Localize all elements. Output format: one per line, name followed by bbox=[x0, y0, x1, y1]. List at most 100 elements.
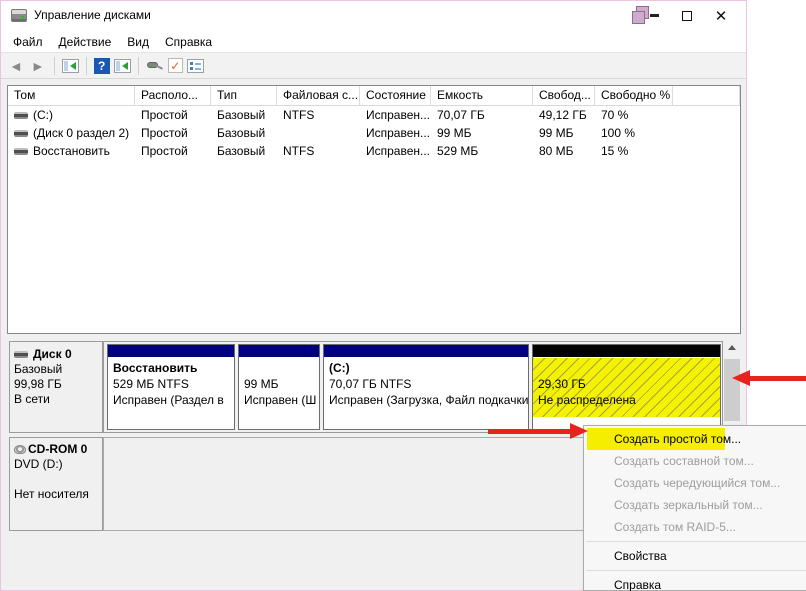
drive-icon bbox=[14, 148, 28, 156]
partition-status: Исправен (Загрузка, Файл подкачки bbox=[329, 393, 528, 407]
volume-row-recovery[interactable]: Восстановить Простой Базовый NTFS Исправ… bbox=[8, 142, 740, 160]
partition-recovery[interactable]: Восстановить 529 МБ NTFS Исправен (Разде… bbox=[107, 344, 235, 430]
column-header-free[interactable]: Свобод... bbox=[533, 86, 595, 105]
column-header-free-pct[interactable]: Свободно % bbox=[595, 86, 673, 105]
volume-status: Исправен... bbox=[366, 144, 431, 158]
cdrom-icon bbox=[14, 445, 26, 454]
menu-action[interactable]: Действие bbox=[51, 32, 120, 52]
disk0-name: Диск 0 bbox=[33, 347, 72, 361]
menu-item-create-simple-volume[interactable]: Создать простой том... bbox=[584, 428, 806, 450]
window-controls: ✕ bbox=[630, 1, 738, 31]
action-pane-icon[interactable] bbox=[113, 58, 131, 73]
column-header-status[interactable]: Состояние bbox=[360, 86, 431, 105]
disk0-type: Базовый bbox=[14, 362, 63, 376]
title-bar[interactable]: Управление дисками ✕ bbox=[1, 1, 746, 31]
menu-item-create-spanned-volume: Создать составной том... bbox=[614, 454, 754, 468]
refresh-wand-icon[interactable] bbox=[146, 59, 164, 73]
volume-fs: NTFS bbox=[283, 108, 315, 122]
console-tree-icon[interactable] bbox=[61, 58, 79, 73]
volume-capacity: 70,07 ГБ bbox=[437, 108, 485, 122]
scrollbar-thumb[interactable] bbox=[724, 359, 740, 421]
menu-item-create-mirrored-volume: Создать зеркальный том... bbox=[614, 498, 763, 512]
menu-item-create-striped-volume: Создать чередующийся том... bbox=[614, 476, 781, 490]
minimize-dash-icon bbox=[650, 14, 659, 17]
unallocated-hatched-body: 29,30 ГБ Не распределена bbox=[533, 358, 720, 429]
menu-item-help[interactable]: Справка bbox=[584, 574, 806, 591]
column-header-type[interactable]: Тип bbox=[211, 86, 277, 105]
menu-help[interactable]: Справка bbox=[157, 32, 220, 52]
column-header-filesystem[interactable]: Файловая с... bbox=[277, 86, 360, 105]
column-header-filler bbox=[673, 86, 740, 105]
partition-title bbox=[244, 360, 314, 376]
disk-management-app-icon bbox=[11, 9, 27, 22]
cdrom-label-panel[interactable]: CD-ROM 0 DVD (D:) Нет носителя bbox=[9, 437, 103, 531]
partition-status: Не распределена bbox=[538, 393, 636, 407]
partition-c[interactable]: (C:) 70,07 ГБ NTFS Исправен (Загрузка, Ф… bbox=[323, 344, 529, 430]
help-icon[interactable]: ? bbox=[93, 57, 110, 74]
volume-status: Исправен... bbox=[366, 108, 431, 122]
primary-partition-strip bbox=[324, 345, 528, 358]
disk0-size: 99,98 ГБ bbox=[14, 377, 62, 391]
volume-type: Базовый bbox=[217, 144, 266, 158]
menu-bar: Файл Действие Вид Справка bbox=[1, 31, 746, 52]
volume-fs: NTFS bbox=[283, 144, 315, 158]
unallocated-context-menu: Создать простой том... Создать составной… bbox=[583, 425, 806, 591]
volume-row-c[interactable]: (C:) Простой Базовый NTFS Исправен... 70… bbox=[8, 106, 740, 124]
partition-unallocated[interactable]: 29,30 ГБ Не распределена bbox=[532, 344, 721, 430]
disk-icon bbox=[14, 351, 28, 359]
volume-capacity: 99 МБ bbox=[437, 126, 472, 140]
volume-list-pane: Том Располо... Тип Файловая с... Состоян… bbox=[7, 85, 741, 334]
menu-view[interactable]: Вид bbox=[119, 32, 157, 52]
column-header-capacity[interactable]: Емкость bbox=[431, 86, 533, 105]
partition-status: Исправен (Ш bbox=[244, 393, 317, 407]
menu-file[interactable]: Файл bbox=[5, 32, 51, 52]
menu-item-create-raid5-volume: Создать том RAID-5... bbox=[614, 520, 736, 534]
overlapping-squares-icon bbox=[632, 11, 645, 24]
minimize-button[interactable] bbox=[630, 1, 670, 31]
volume-layout: Простой bbox=[141, 108, 188, 122]
annotation-arrow-to-unallocated bbox=[732, 370, 806, 386]
disk0-label-panel[interactable]: Диск 0 Базовый 99,98 ГБ В сети bbox=[9, 341, 103, 433]
disk0-partitions-area: Восстановить 529 МБ NTFS Исправен (Разде… bbox=[103, 341, 723, 433]
column-header-volume[interactable]: Том bbox=[8, 86, 135, 105]
partition-title: Восстановить bbox=[113, 361, 198, 375]
volume-name: (Диск 0 раздел 2) bbox=[33, 126, 130, 140]
scroll-up-button[interactable] bbox=[724, 339, 740, 356]
volume-free-pct: 70 % bbox=[601, 108, 629, 122]
volume-free: 99 МБ bbox=[539, 126, 574, 140]
close-button[interactable]: ✕ bbox=[704, 1, 738, 31]
column-header-layout[interactable]: Располо... bbox=[135, 86, 211, 105]
volume-type: Базовый bbox=[217, 126, 266, 140]
cdrom-status: Нет носителя bbox=[14, 487, 89, 501]
partition-size: 29,30 ГБ bbox=[538, 377, 586, 391]
partition-size: 70,07 ГБ NTFS bbox=[329, 377, 412, 391]
annotation-arrow-to-menu-item bbox=[488, 423, 588, 439]
partition-size: 529 МБ NTFS bbox=[113, 377, 189, 391]
volume-capacity: 529 МБ bbox=[437, 144, 479, 158]
primary-partition-strip bbox=[108, 345, 234, 358]
toolbar-separator bbox=[85, 56, 87, 75]
menu-item-properties[interactable]: Свойства bbox=[584, 545, 806, 567]
partition-status: Исправен (Раздел в bbox=[113, 393, 224, 407]
scroll-up-icon bbox=[728, 345, 736, 350]
maximize-icon bbox=[682, 11, 692, 21]
drive-icon bbox=[14, 112, 28, 120]
volume-list-header: Том Располо... Тип Файловая с... Состоян… bbox=[8, 86, 740, 106]
arrow-shaft bbox=[746, 376, 806, 381]
cdrom-name: CD-ROM 0 bbox=[28, 442, 88, 456]
maximize-button[interactable] bbox=[670, 1, 704, 31]
volume-free: 49,12 ГБ bbox=[539, 108, 587, 122]
volume-name: Восстановить bbox=[33, 144, 110, 158]
volume-type: Базовый bbox=[217, 108, 266, 122]
forward-icon[interactable]: ► bbox=[29, 59, 47, 73]
checklist-icon[interactable] bbox=[186, 58, 204, 73]
unallocated-strip bbox=[533, 345, 720, 358]
partition-title bbox=[538, 360, 636, 376]
partition-size: 99 МБ bbox=[244, 377, 279, 391]
desktop-screen: Управление дисками ✕ Файл Действие Вид С… bbox=[0, 0, 806, 591]
volume-free-pct: 15 % bbox=[601, 144, 629, 158]
partition-efi[interactable]: 99 МБ Исправен (Ш bbox=[238, 344, 320, 430]
volume-row-disk0-part2[interactable]: (Диск 0 раздел 2) Простой Базовый Исправ… bbox=[8, 124, 740, 142]
back-icon[interactable]: ◄ bbox=[7, 59, 25, 73]
rescan-check-icon[interactable]: ✓ bbox=[167, 58, 183, 73]
